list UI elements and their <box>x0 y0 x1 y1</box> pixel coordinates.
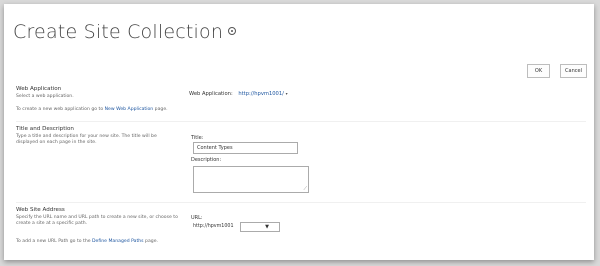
managed-path-select[interactable]: ▼ <box>240 222 280 232</box>
web-application-heading: Web Application <box>16 86 62 92</box>
page-title: Create Site Collection <box>13 21 237 43</box>
web-application-field: Web Application: http://hpvm1001/ ▾ <box>189 91 288 97</box>
web-site-address-help: To add a new URL Path go to the Define M… <box>16 239 316 245</box>
resize-handle-icon[interactable]: ⟋ <box>303 186 307 192</box>
title-description-heading: Title and Description <box>16 126 74 132</box>
web-application-value: http://hpvm1001/ <box>238 91 284 97</box>
title-input[interactable]: Content Types <box>193 142 298 154</box>
define-managed-paths-link[interactable]: Define Managed Paths <box>92 239 144 244</box>
divider <box>16 121 586 122</box>
description-textarea[interactable]: ⟋ <box>193 166 309 193</box>
web-site-address-help-suffix: page. <box>143 239 158 244</box>
title-label: Title: <box>191 135 204 141</box>
url-prefix: http://hpvm1001 <box>193 224 234 229</box>
info-icon[interactable] <box>228 27 237 35</box>
chevron-down-icon: ▼ <box>265 224 269 230</box>
chevron-down-icon: ▾ <box>285 91 288 96</box>
web-site-address-help-prefix: To add a new URL Path go to the <box>16 239 93 244</box>
ok-button[interactable]: OK <box>527 64 550 78</box>
web-application-label: Web Application: <box>189 91 233 97</box>
create-site-collection-page: Create Site Collection OK Cancel Web App… <box>4 4 594 260</box>
web-site-address-description: Specify the URL name and URL path to cre… <box>16 215 178 226</box>
web-application-selector[interactable]: http://hpvm1001/ ▾ <box>238 91 287 97</box>
divider <box>16 202 586 203</box>
web-application-help-prefix: To create a new web application go to <box>16 107 105 112</box>
page-title-text: Create Site Collection <box>13 21 224 43</box>
web-site-address-heading: Web Site Address <box>16 207 65 213</box>
new-web-application-link[interactable]: New Web Application <box>105 107 154 112</box>
web-application-description: Select a web application. <box>16 94 74 99</box>
title-description-description: Type a title and description for your ne… <box>16 134 157 145</box>
web-application-help-suffix: page. <box>153 107 168 112</box>
description-label: Description: <box>191 157 222 163</box>
web-application-help: To create a new web application go to Ne… <box>16 107 316 113</box>
url-label: URL: <box>191 215 203 221</box>
cancel-button[interactable]: Cancel <box>560 64 587 78</box>
